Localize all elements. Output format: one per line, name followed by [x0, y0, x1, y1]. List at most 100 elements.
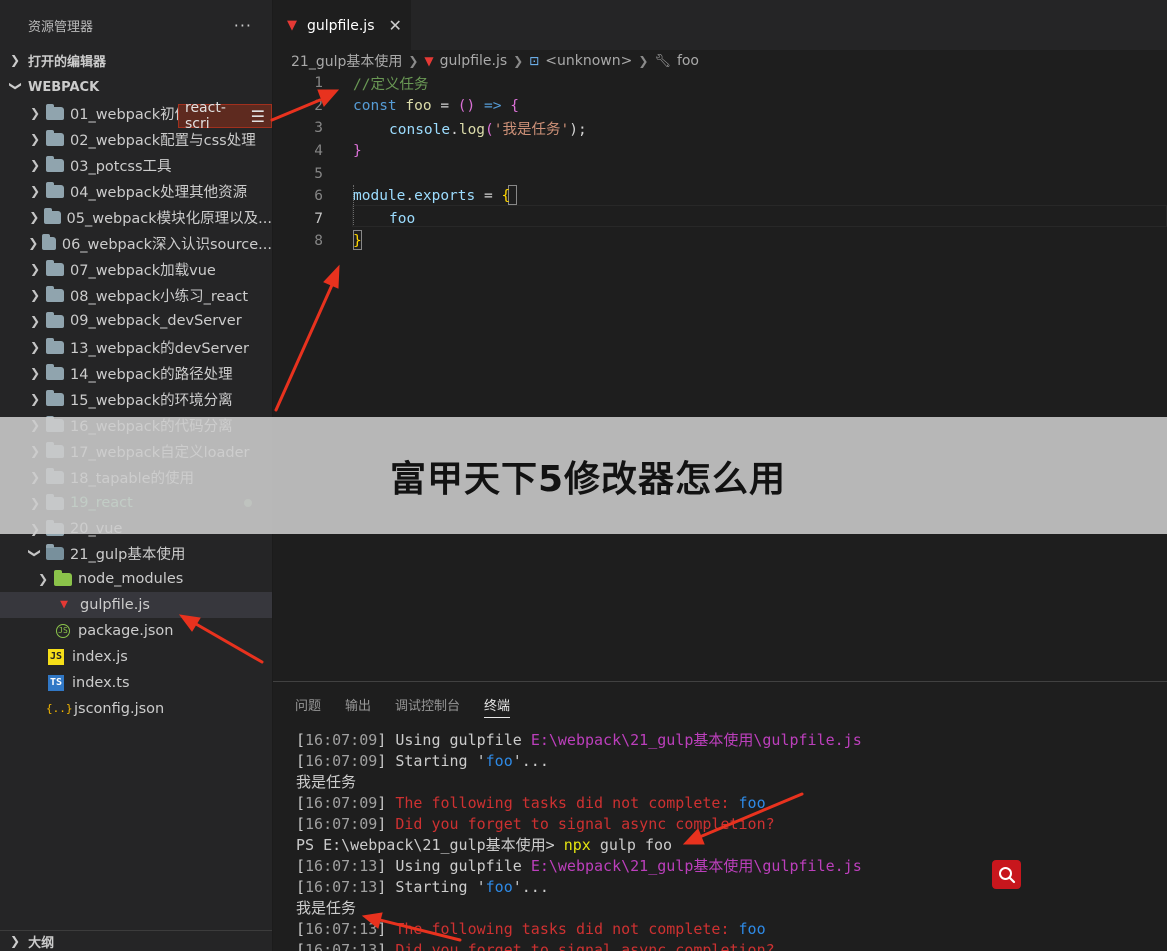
- gulp-icon: ▼: [287, 18, 297, 33]
- log-text: Using gulpfile: [386, 731, 531, 749]
- tree-file-jsconfig[interactable]: {..} jsconfig.json: [0, 696, 272, 722]
- tree-folder[interactable]: ❯ 05_webpack模块化原理以及...: [0, 204, 272, 230]
- npm-script-tooltip[interactable]: react-scri ☰: [178, 100, 272, 132]
- terminal-line: PS E:\webpack\21_gulp基本使用> npx gulp foo: [296, 835, 862, 856]
- token: '我是任务': [493, 121, 570, 138]
- workspace-section[interactable]: ❯ WEBPACK: [0, 74, 272, 100]
- terminal-line: 我是任务: [296, 772, 862, 793]
- line-number: 4: [314, 143, 323, 160]
- chevron-right-icon: ❯: [29, 158, 41, 172]
- chevron-right-icon: ❯: [29, 132, 41, 146]
- folder-icon: [46, 311, 64, 328]
- workspace-label: WEBPACK: [28, 79, 100, 95]
- close-icon[interactable]: ✕: [389, 16, 402, 35]
- code-text: foo: [389, 210, 416, 227]
- chevron-right-icon: ❯: [28, 236, 39, 250]
- chevron-right-icon: ❯: [29, 184, 41, 198]
- tree-file-index-ts[interactable]: TS index.ts: [0, 670, 272, 696]
- tree-folder-21-gulp[interactable]: ❯ 21_gulp基本使用: [0, 540, 272, 566]
- explorer-title: 资源管理器: [28, 19, 94, 35]
- tree-folder[interactable]: ❯ 09_webpack_devServer: [0, 308, 272, 334]
- shell-prompt: PS E:\webpack\21_gulp基本使用>: [296, 836, 564, 854]
- tree-item-label: package.json: [78, 623, 174, 639]
- chevron-right-icon: ❯: [10, 53, 21, 67]
- tree-file-package-json[interactable]: JS package.json: [0, 618, 272, 644]
- tree-item-label: node_modules: [78, 571, 184, 587]
- line-number: 5: [314, 165, 323, 182]
- tree-item-label: 09_webpack_devServer: [70, 313, 242, 329]
- search-icon: [998, 866, 1015, 883]
- chevron-right-icon: ❯: [29, 340, 41, 354]
- terminal-line: [16:07:09] Did you forget to signal asyn…: [296, 814, 862, 835]
- code-text: }: [353, 143, 362, 160]
- tree-folder[interactable]: ❯ 03_potcss工具: [0, 152, 272, 178]
- timestamp: 16:07:13: [305, 941, 378, 951]
- tree-folder[interactable]: ❯ 08_webpack小练习_react: [0, 282, 272, 308]
- breadcrumb-scope[interactable]: <unknown>: [545, 53, 632, 69]
- timestamp: 16:07:09: [305, 794, 378, 812]
- search-button[interactable]: [992, 860, 1021, 889]
- breadcrumb-symbol[interactable]: foo: [677, 53, 699, 69]
- tab-terminal[interactable]: 终端: [484, 695, 511, 718]
- terminal-output[interactable]: [16:07:09] Using gulpfile E:\webpack\21_…: [296, 730, 862, 951]
- tree-folder[interactable]: ❯ 14_webpack的路径处理: [0, 360, 272, 386]
- tree-file-gulpfile[interactable]: ▼ gulpfile.js: [0, 592, 272, 618]
- tree-folder[interactable]: ❯ 13_webpack的devServer: [0, 334, 272, 360]
- tree-item-label: 21_gulp基本使用: [70, 546, 186, 563]
- tab-gulpfile[interactable]: ▼ gulpfile.js ✕: [273, 0, 411, 50]
- token: {: [510, 97, 519, 114]
- folder-icon: [46, 155, 64, 172]
- token: =: [431, 97, 458, 114]
- code-line: 8 }: [273, 230, 1167, 253]
- error-text: The following tasks did not complete:: [386, 920, 739, 938]
- tab-debug-console[interactable]: 调试控制台: [395, 695, 460, 714]
- chevron-right-icon: ❯: [513, 54, 524, 68]
- code-text: console.log('我是任务');: [389, 118, 587, 139]
- code-line: 4 }: [273, 140, 1167, 163]
- token: console: [389, 121, 451, 138]
- bracket: [: [296, 731, 306, 749]
- node-folder-icon: [54, 569, 72, 586]
- bracket: [: [296, 878, 306, 896]
- gulp-icon: ▼: [424, 54, 434, 68]
- timestamp: 16:07:09: [305, 731, 378, 749]
- task-name: foo: [485, 878, 513, 896]
- tree-folder[interactable]: ❯ 15_webpack的环境分离: [0, 386, 272, 412]
- token: =>: [475, 97, 511, 114]
- file-path: E:\webpack\21_gulp基本使用\gulpfile.js: [530, 731, 862, 749]
- code-line: 5: [273, 162, 1167, 185]
- breadcrumb-folder[interactable]: 21_gulp基本使用: [291, 51, 402, 71]
- line-number: 3: [314, 120, 323, 137]
- tree-item-label: 08_webpack小练习_react: [70, 288, 248, 305]
- breadcrumb: 21_gulp基本使用 ❯ ▼ gulpfile.js ❯ ⊡ <unknown…: [273, 50, 1167, 72]
- bracket: ]: [377, 815, 387, 833]
- javascript-file-icon: JS: [48, 649, 64, 665]
- chevron-right-icon: ❯: [29, 366, 41, 380]
- tab-output[interactable]: 输出: [345, 695, 371, 714]
- token: log: [458, 121, 486, 138]
- bracket: [: [296, 794, 306, 812]
- tree-item-label: 14_webpack的路径处理: [70, 366, 233, 383]
- tree-folder-node-modules[interactable]: ❯ node_modules: [0, 566, 272, 592]
- chevron-right-icon: ❯: [29, 262, 41, 276]
- token: exports: [414, 188, 476, 205]
- log-text: Using gulpfile: [386, 857, 531, 875]
- code-editor[interactable]: 1 //定义任务 2 const foo = () => { 3 console…: [273, 72, 1167, 680]
- line-number: 6: [314, 188, 323, 205]
- bracket: ]: [377, 794, 387, 812]
- editor-tab-bar: ▼ gulpfile.js ✕: [273, 0, 1167, 50]
- chevron-right-icon: ❯: [29, 106, 41, 120]
- tab-problems[interactable]: 问题: [295, 695, 321, 714]
- tree-folder[interactable]: ❯ 04_webpack处理其他资源: [0, 178, 272, 204]
- chevron-right-icon: ❯: [29, 210, 40, 224]
- bracket: ]: [377, 878, 387, 896]
- tree-file-index-js[interactable]: JS index.js: [0, 644, 272, 670]
- folder-icon: [46, 181, 64, 198]
- panel-tabs: 问题 输出 调试控制台 终端: [273, 682, 1167, 726]
- more-actions-icon[interactable]: ···: [234, 16, 252, 35]
- tree-folder[interactable]: ❯ 07_webpack加载vue: [0, 256, 272, 282]
- breadcrumb-file[interactable]: gulpfile.js: [440, 53, 508, 69]
- outline-section[interactable]: ❯ 大纲: [0, 930, 272, 951]
- open-editors-section[interactable]: ❯ 打开的编辑器: [0, 47, 272, 73]
- tree-folder[interactable]: ❯ 06_webpack深入认识source...: [0, 230, 272, 256]
